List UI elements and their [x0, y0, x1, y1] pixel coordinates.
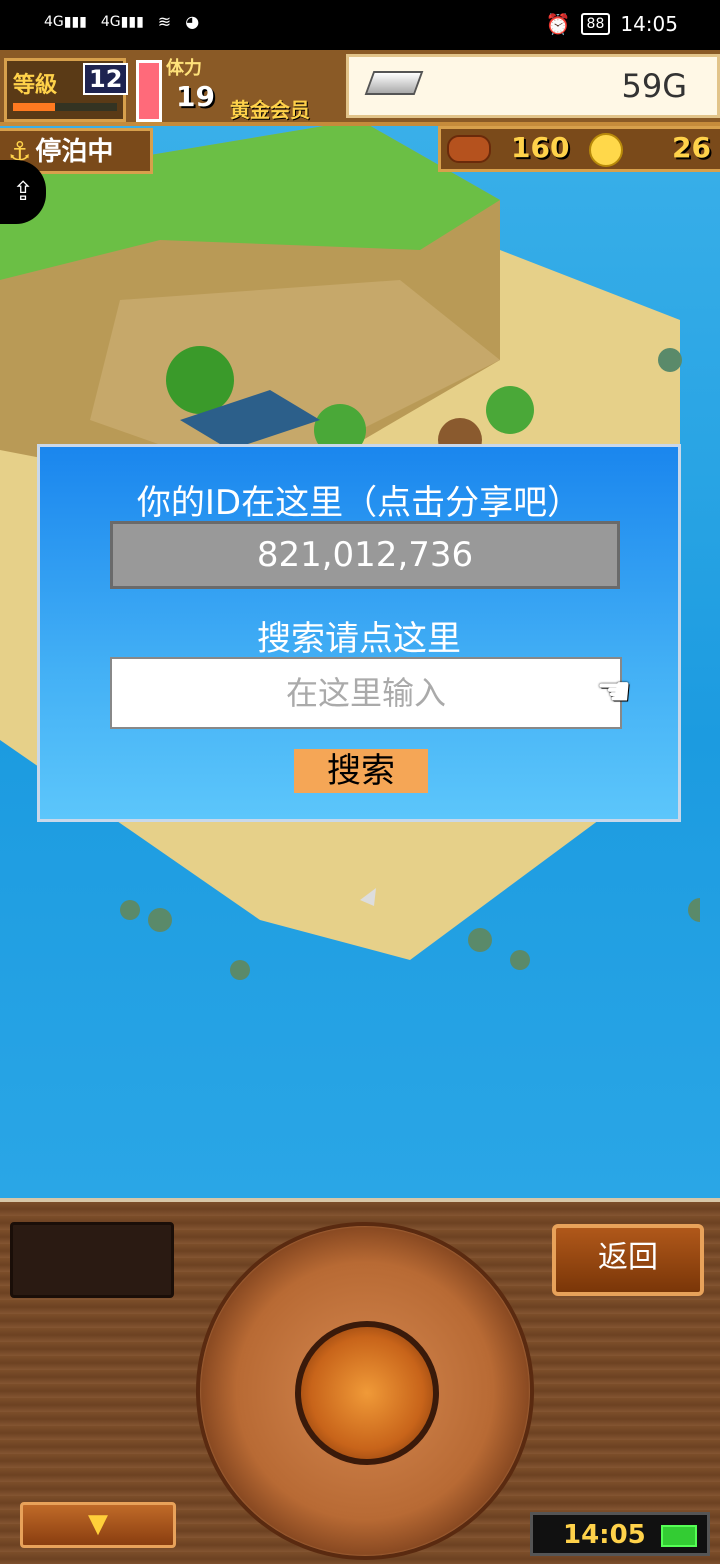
signal-icon: 4G▮▮▮ [44, 13, 87, 30]
dialog-title: 你的ID在这里（点击分享吧） [136, 483, 582, 523]
search-button[interactable]: 搜索 [294, 749, 428, 793]
top-hud: 等級 12 体力 19 黄金会员 59G [0, 50, 720, 126]
player-id-field[interactable]: 821,012,736 [110, 521, 620, 589]
game-clock: 14:05 [530, 1512, 710, 1556]
dpad-center-button[interactable] [295, 1321, 439, 1465]
back-button[interactable]: 返回 [552, 1224, 704, 1296]
signal-icon: 4G▮▮▮ [100, 13, 144, 30]
gold-value: 59G [621, 67, 687, 105]
anchored-label: 停泊中 [35, 137, 114, 167]
level-value: 12 [83, 63, 129, 95]
empty-slot [10, 1222, 174, 1298]
search-label: 搜索请点这里 [257, 619, 461, 659]
member-badge: 黄金会员 [230, 98, 310, 122]
exp-bar [13, 103, 117, 111]
wechat-icon: ◕ [185, 12, 200, 31]
control-panel: 返回 ▼ 14:05 [0, 1198, 720, 1564]
menu-toggle-button[interactable]: ▼ [20, 1502, 176, 1548]
resource-panel: 160 26 [438, 126, 720, 172]
direction-pad[interactable] [196, 1222, 534, 1560]
food-icon [447, 135, 491, 163]
battery-icon [661, 1525, 697, 1547]
id-search-dialog: 你的ID在这里（点击分享吧） 821,012,736 搜索请点这里 在这里输入 … [37, 444, 681, 822]
stamina-panel: 体力 19 黄金会员 [130, 54, 340, 122]
stamina-value: 19 [176, 80, 215, 113]
chevron-down-icon: ▼ [88, 1509, 108, 1539]
alarm-icon: ⏰ [545, 12, 571, 36]
level-label: 等級 [13, 73, 58, 98]
stamina-label: 体力 [166, 58, 202, 79]
coin-icon [589, 133, 623, 167]
status-bar: 4G▮▮▮ 4G▮▮▮ ≋ ◕ ⏰ 88 14:05 [0, 0, 720, 50]
search-input[interactable]: 在这里输入 [110, 657, 622, 729]
game-clock-time: 14:05 [563, 1520, 646, 1550]
silver-bar-icon [364, 71, 424, 95]
pointing-hand-icon: ☚ [596, 669, 632, 715]
food-value: 160 [511, 131, 570, 164]
wifi-icon: ≋ [157, 12, 172, 31]
gold-panel[interactable]: 59G [346, 54, 720, 118]
level-panel: 等級 12 [4, 58, 129, 122]
status-time: 14:05 [620, 12, 678, 36]
coin-value: 26 [672, 131, 711, 164]
stamina-bar [136, 60, 162, 122]
battery-indicator: 88 [580, 13, 611, 35]
